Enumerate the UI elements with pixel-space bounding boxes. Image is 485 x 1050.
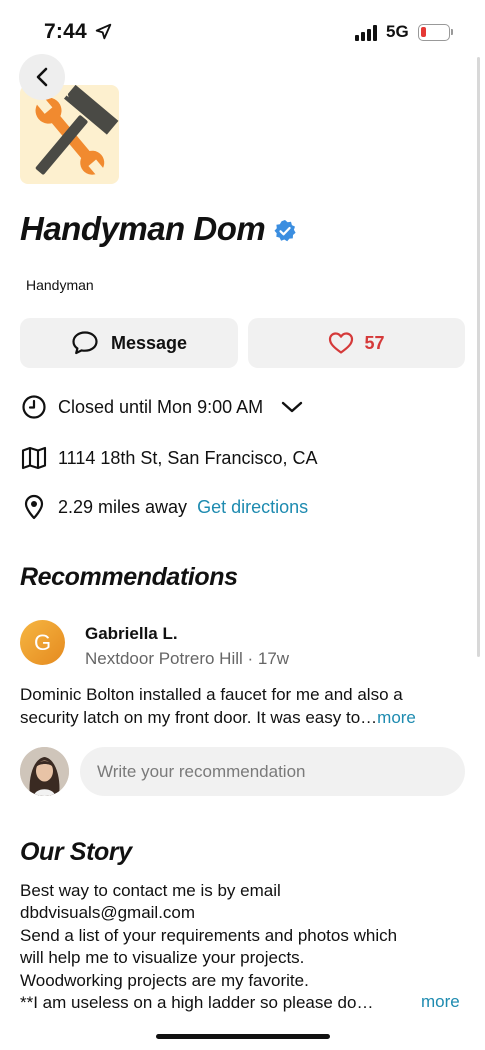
story-line: will help me to visualize your projects.	[20, 948, 305, 968]
network-type: 5G	[386, 22, 409, 41]
recommendation-meta: Nextdoor Potrero Hill · 17w	[85, 649, 290, 668]
battery-icon	[418, 24, 450, 41]
hours-row[interactable]: Closed until Mon 9:00 AM	[20, 393, 303, 421]
our-story-heading: Our Story	[20, 838, 132, 866]
story-more-link[interactable]: more	[421, 992, 460, 1012]
scroll-indicator[interactable]	[477, 57, 480, 657]
story-line: dbdvisuals@gmail.com	[20, 903, 196, 923]
chevron-left-icon	[36, 67, 48, 87]
distance-row: 2.29 miles away Get directions	[20, 493, 308, 521]
chat-bubble-icon	[72, 331, 98, 355]
heart-icon	[329, 332, 354, 354]
message-button-label: Message	[110, 332, 188, 353]
story-text: Best way to contact me is by email dbdvi…	[20, 880, 470, 1014]
hours-text: Closed until Mon 9:00 AM	[58, 396, 264, 417]
user-avatar[interactable]	[20, 747, 69, 796]
verified-badge-icon	[274, 220, 296, 242]
title-row: Handyman Dom	[20, 210, 297, 248]
distance-text: 2.29 miles away	[58, 496, 188, 517]
business-name: Handyman Dom	[20, 210, 266, 247]
story-line: Woodworking projects are my favorite.	[20, 970, 309, 990]
chevron-down-icon[interactable]	[281, 400, 303, 414]
recommendation-author[interactable]: Gabriella L.	[85, 624, 178, 644]
story-line: Best way to contact me is by email	[20, 881, 281, 900]
home-indicator[interactable]	[156, 1034, 330, 1039]
back-button[interactable]	[19, 54, 65, 100]
recommendation-more-link[interactable]: more	[377, 708, 416, 727]
story-line: Send a list of your requirements and pho…	[20, 925, 398, 945]
recommendations-heading: Recommendations	[20, 563, 238, 591]
recommendation-text-line: Dominic Bolton installed a faucet for me…	[20, 685, 403, 704]
get-directions-link[interactable]: Get directions	[197, 497, 308, 518]
avatar[interactable]: G	[20, 620, 65, 665]
recommendation-text: Dominic Bolton installed a faucet for me…	[20, 683, 470, 729]
map-icon	[20, 444, 48, 472]
location-pin-icon	[20, 493, 48, 521]
story-line: **I am useless on a high ladder so pleas…	[20, 993, 374, 1013]
address-text: 1114 18th St, San Francisco, CA	[58, 447, 318, 468]
status-time: 7:44	[44, 20, 87, 43]
hammer-wrench-icon	[35, 85, 119, 177]
like-button[interactable]: 57	[248, 318, 465, 368]
business-logo	[20, 85, 119, 184]
like-count: 57	[364, 332, 385, 353]
business-category: Handyman	[26, 277, 94, 293]
battery-cap	[451, 29, 453, 35]
message-button[interactable]: Message	[20, 318, 238, 368]
user-photo	[20, 747, 69, 796]
clock-icon	[20, 393, 48, 421]
address-row[interactable]: 1114 18th St, San Francisco, CA	[20, 444, 317, 472]
location-arrow-icon	[95, 23, 112, 40]
recommendation-input[interactable]	[80, 747, 465, 796]
cellular-signal-icon	[355, 25, 379, 41]
status-bar: 7:44 5G	[0, 0, 485, 60]
recommendation-text-line: security latch on my front door. It was …	[20, 708, 378, 727]
